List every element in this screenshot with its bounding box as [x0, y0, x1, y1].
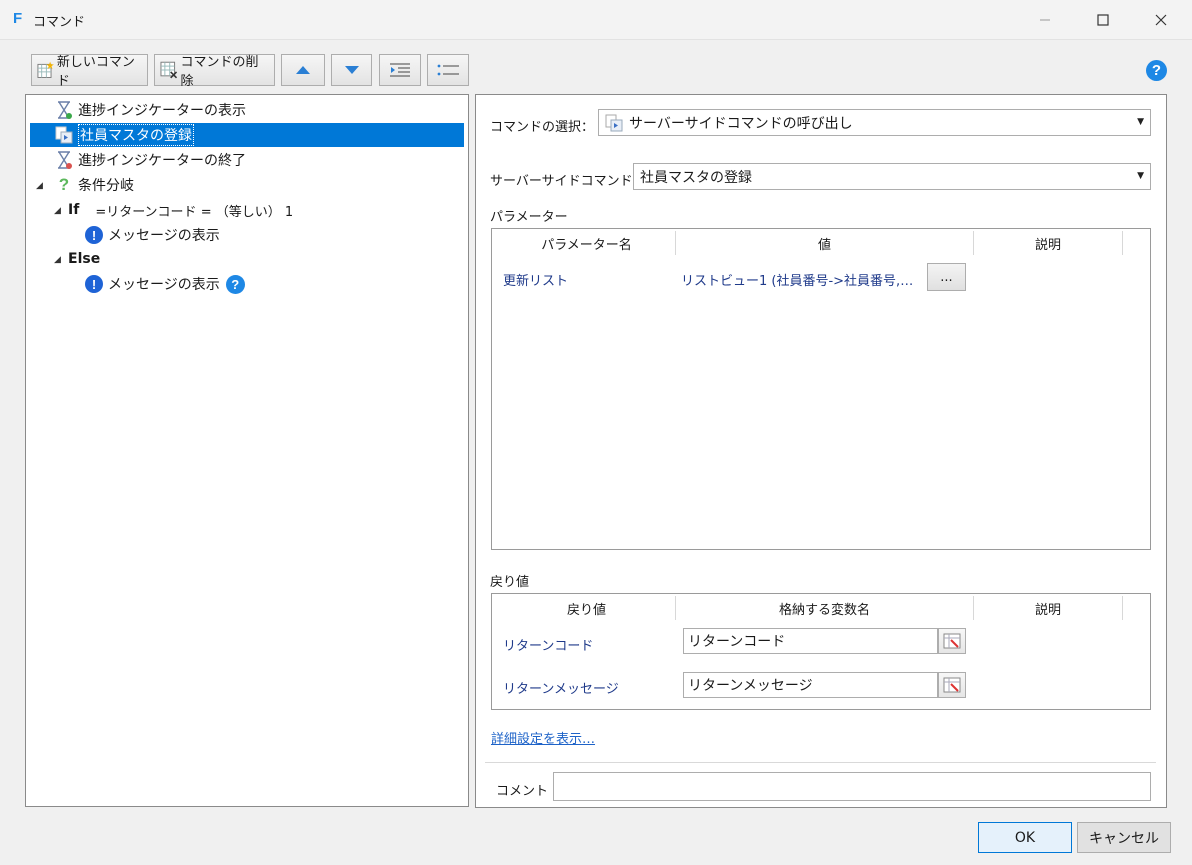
close-icon [1155, 14, 1167, 26]
maximize-button[interactable] [1080, 0, 1126, 40]
return-variable-value: リターンコード [688, 634, 786, 650]
tree-item-register-employee[interactable]: 社員マスタの登録 [30, 123, 464, 147]
move-down-button[interactable] [331, 54, 372, 86]
help-icon[interactable]: ? [1146, 60, 1167, 81]
tree-item-if[interactable]: If =リターンコード = （等しい） 1 [68, 198, 293, 222]
tree-item-label: 条件分岐 [78, 178, 134, 194]
question-icon: ? [58, 175, 70, 194]
delete-command-label: コマンドの削除 [180, 55, 259, 89]
server-command-icon [605, 114, 623, 131]
grid-header-param-name: パラメーター名 [498, 231, 676, 255]
triangle-down-icon [344, 66, 359, 74]
variable-picker-icon [943, 677, 961, 693]
tree-item-else[interactable]: Else [68, 247, 100, 271]
parameters-label: パラメーター [490, 210, 568, 225]
app-logo-icon: F [13, 10, 23, 27]
dropdown-arrow-icon: ▼ [1137, 117, 1144, 127]
tree-item-show-progress[interactable]: 進捗インジケーターの表示 [54, 98, 246, 122]
return-variable-input[interactable]: リターンメッセージ [683, 672, 938, 698]
comment-label: コメント [496, 784, 549, 799]
param-edit-button[interactable]: ... [927, 263, 966, 291]
hourglass-icon [54, 100, 74, 120]
cancel-button[interactable]: キャンセル [1077, 822, 1171, 853]
help-icon[interactable]: ? [225, 274, 245, 294]
else-keyword: Else [68, 251, 101, 267]
minimize-icon [1040, 19, 1050, 21]
title-bar: F コマンド [0, 0, 1192, 40]
info-icon: ! [84, 225, 104, 245]
grid-header-description: 説明 [974, 231, 1123, 255]
command-select-label: コマンドの選択： [490, 120, 595, 135]
return-name-cell: リターンメッセージ [503, 682, 619, 697]
tree-item-end-progress[interactable]: 進捗インジケーターの終了 [54, 148, 246, 172]
dropdown-arrow-icon: ▼ [1137, 171, 1144, 181]
grid-header-return-value: 戻り値 [498, 596, 676, 620]
move-up-button[interactable] [281, 54, 325, 86]
outdent-button[interactable] [427, 54, 469, 86]
server-command-dropdown[interactable]: 社員マスタの登録 ▼ [633, 163, 1151, 190]
new-command-label: 新しいコマンド [56, 55, 135, 89]
variable-picker-button[interactable] [938, 628, 966, 654]
return-variable-input[interactable]: リターンコード [683, 628, 938, 654]
info-icon: ! [84, 274, 104, 294]
param-name-cell: 更新リスト [503, 274, 569, 289]
return-variable-value: リターンメッセージ [688, 678, 813, 694]
collapse-arrow-icon[interactable]: ◢ [54, 206, 61, 216]
grid-header-variable-name: 格納する変数名 [676, 596, 974, 620]
triangle-up-icon [296, 66, 310, 74]
new-command-icon [37, 61, 54, 78]
grid-header-description: 説明 [974, 596, 1123, 620]
delete-command-icon [160, 61, 178, 79]
tree-item-message-2[interactable]: ! メッセージの表示 ? [84, 272, 245, 296]
command-select-value: サーバーサイドコマンドの呼び出し [629, 115, 853, 132]
minimize-button[interactable] [1022, 0, 1068, 40]
tree-item-message-1[interactable]: ! メッセージの表示 [84, 223, 220, 247]
tree-item-label: 社員マスタの登録 [78, 124, 194, 146]
hourglass-icon [54, 150, 74, 170]
tree-item-condition[interactable]: ? 条件分岐 [54, 173, 134, 197]
if-condition: =リターンコード = （等しい） 1 [95, 204, 294, 220]
command-select-dropdown[interactable]: サーバーサイドコマンドの呼び出し ▼ [598, 109, 1151, 136]
comment-input[interactable] [553, 772, 1151, 801]
server-command-icon [54, 125, 74, 145]
indent-button[interactable] [379, 54, 421, 86]
tree-item-label: メッセージの表示 [108, 228, 220, 244]
divider [485, 762, 1156, 763]
tree-item-label: 進捗インジケーターの終了 [78, 153, 246, 169]
tree-item-label: 進捗インジケーターの表示 [78, 103, 246, 119]
if-keyword: If [68, 202, 80, 218]
window-title: コマンド [33, 15, 86, 30]
collapse-arrow-icon[interactable]: ◢ [54, 255, 61, 265]
close-button[interactable] [1138, 0, 1184, 40]
server-command-value: 社員マスタの登録 [640, 169, 752, 186]
delete-command-button[interactable]: コマンドの削除 [154, 54, 275, 89]
outdent-icon [437, 64, 459, 76]
ok-button[interactable]: OK [978, 822, 1072, 853]
maximize-icon [1097, 14, 1109, 26]
variable-picker-button[interactable] [938, 672, 966, 698]
show-advanced-settings-link[interactable]: 詳細設定を表示… [491, 728, 595, 747]
parameters-grid: パラメーター名 値 説明 更新リスト リストビュー1 (社員番号->社員番号,…… [491, 228, 1151, 550]
return-name-cell: リターンコード [503, 639, 594, 654]
indent-icon [390, 63, 410, 77]
param-value-cell[interactable]: リストビュー1 (社員番号->社員番号,… [681, 270, 913, 289]
server-command-label: サーバーサイドコマンド： [490, 174, 646, 189]
collapse-arrow-icon[interactable]: ◢ [36, 181, 43, 191]
variable-picker-icon [943, 633, 961, 649]
grid-header-value: 値 [676, 231, 974, 255]
return-values-grid: 戻り値 格納する変数名 説明 リターンコード リターンコード リターンメッセージ… [491, 593, 1151, 710]
command-tree[interactable]: 進捗インジケーターの表示 社員マスタの登録 進捗インジケーターの終了 ◢ ? 条… [25, 94, 469, 807]
tree-item-label: メッセージの表示 [108, 277, 220, 293]
new-command-button[interactable]: 新しいコマンド [31, 54, 148, 89]
return-values-label: 戻り値 [490, 575, 530, 590]
